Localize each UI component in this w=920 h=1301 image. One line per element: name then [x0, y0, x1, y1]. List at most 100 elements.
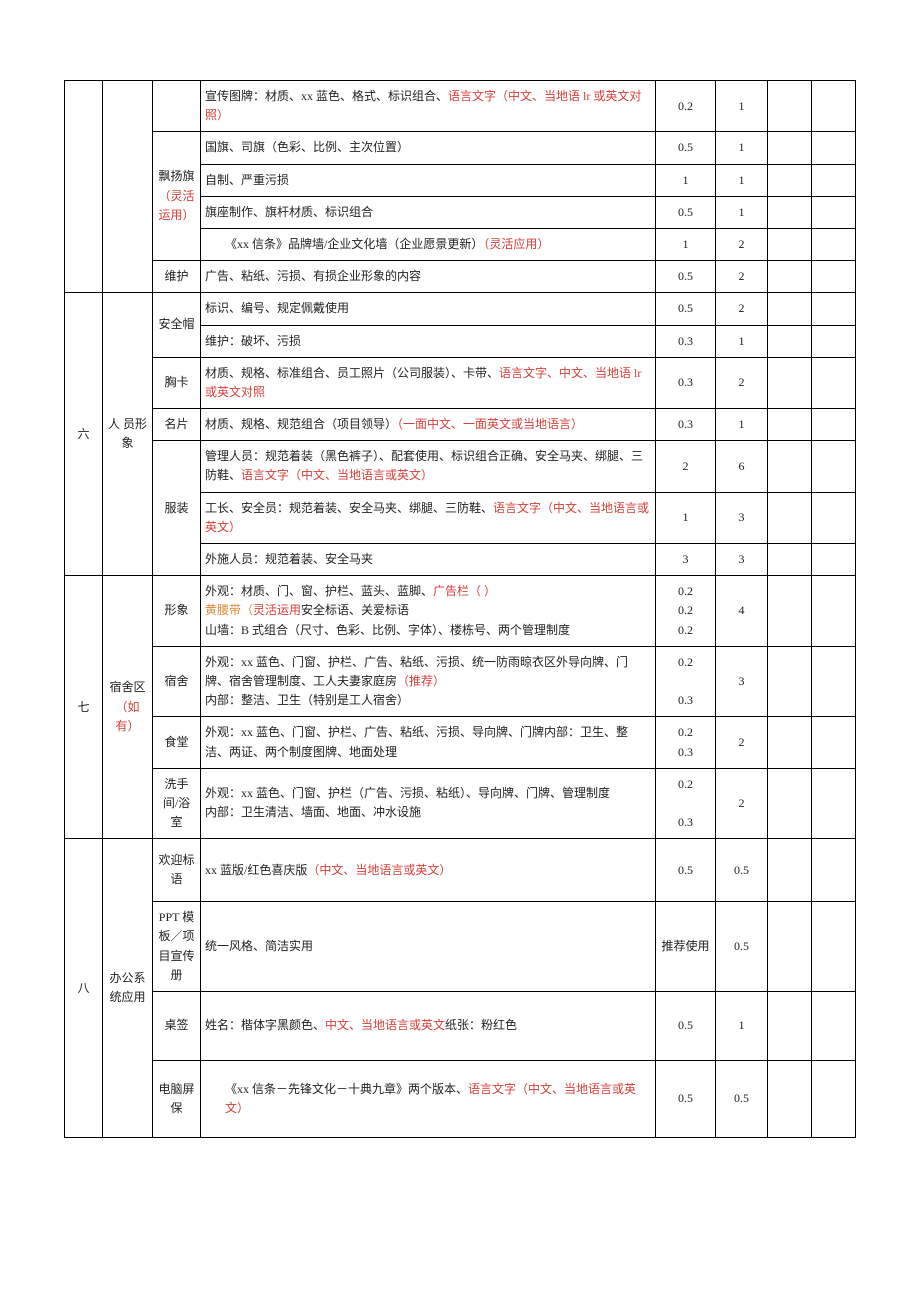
desc-red: 语言文字（中文、当地语言或英文）: [241, 468, 433, 482]
desc-cell: 管理人员：规范着装（黑色裤子）、配套使用、标识组合正确、安全马夹、绑腿、三防鞋、…: [201, 441, 656, 492]
score-1: 1: [656, 492, 716, 543]
t3: 纸张：粉红色: [445, 1018, 517, 1032]
table-row: 食堂 外观：xx 蓝色、门窗、护栏、广告、粘纸、污损、导向牌、门牌内部：卫生、整…: [65, 717, 856, 768]
desc-cell: 外施人员：规范着装、安全马夹: [201, 544, 656, 576]
category-cell: 人 员形象: [103, 293, 153, 576]
line2b: 灵活运用: [253, 603, 301, 617]
score-3: [768, 196, 812, 228]
t2: （中文、当地语言或英文）: [307, 863, 451, 877]
score-2: 3: [716, 544, 768, 576]
desc-cell: 旗座制作、旗杆材质、标识组合: [201, 196, 656, 228]
score-4: [812, 441, 856, 492]
subcat-cell: 飘扬旗 （灵活运用）: [153, 132, 201, 261]
subcat-cell: 桌签: [153, 992, 201, 1061]
subcat-cell: 安全帽: [153, 293, 201, 357]
table-row: 八 办公系统应用 欢迎标语 xx 蓝版/红色喜庆版（中文、当地语言或英文） 0.…: [65, 839, 856, 902]
subcat-cell: 形象: [153, 576, 201, 647]
section-num-cell: 七: [65, 576, 103, 839]
t1: 姓名：楷体字黑颜色、: [205, 1018, 325, 1032]
score-3: [768, 325, 812, 357]
score-3: [768, 132, 812, 164]
score-4: [812, 81, 856, 132]
score-3: [768, 902, 812, 992]
table-row: 七 宿舍区（如有） 形象 外观：材质、门、窗、护栏、蓝头、蓝脚、广告栏（ ） 黄…: [65, 576, 856, 647]
score-2: 0.5: [716, 839, 768, 902]
t1: xx 蓝版/红色喜庆版: [205, 863, 307, 877]
desc-cell: 统一风格、简洁实用: [201, 902, 656, 992]
score-3: [768, 576, 812, 647]
score-2: 1: [716, 409, 768, 441]
subcat-cell: PPT 模板／项目宣传册: [153, 902, 201, 992]
score-3: [768, 228, 812, 260]
score-2: 3: [716, 492, 768, 543]
desc-text: 《xx 信条》品牌墙/企业文化墙（企业愿景更新）: [225, 237, 483, 251]
score-3: [768, 717, 812, 768]
desc-cell: 材质、规格、规范组合（项目领导）（一面中文、一面英文或当地语言）: [201, 409, 656, 441]
score-3: [768, 1061, 812, 1138]
category-cell: 办公系统应用: [103, 839, 153, 1138]
desc-cell: 外观：xx 蓝色、门窗、护栏、广告、粘纸、污损、统一防雨晾衣区外导向牌、门牌、宿…: [201, 646, 656, 717]
score-1: 推荐使用: [656, 902, 716, 992]
section-num-cell: [65, 81, 103, 293]
score-4: [812, 325, 856, 357]
line1a: 外观：材质、门、窗、护栏、蓝头、蓝脚、: [205, 584, 433, 598]
score-2: 1: [716, 196, 768, 228]
score-2: 0.5: [716, 1061, 768, 1138]
score-3: [768, 492, 812, 543]
score-3: [768, 441, 812, 492]
desc-text: 宣传图牌：材质、xx 蓝色、格式、标识组合、: [205, 89, 448, 103]
desc-text: 材质、规格、标准组合、员工照片（公司服装）、卡带、: [205, 366, 499, 380]
score-2: 1: [716, 164, 768, 196]
line1: 外观：xx 蓝色、门窗、护栏（广告、污损、粘纸）、导向牌、门牌、管理制度: [205, 786, 610, 800]
score-1: 0.5: [656, 261, 716, 293]
desc-cell: 外观：xx 蓝色、门窗、护栏（广告、污损、粘纸）、导向牌、门牌、管理制度内部：卫…: [201, 768, 656, 839]
score-4: [812, 717, 856, 768]
score-1: 0.5: [656, 293, 716, 325]
desc-cell: 《xx 信条》品牌墙/企业文化墙（企业愿景更新）（灵活应用）: [201, 228, 656, 260]
score-2: 2: [716, 293, 768, 325]
score-4: [812, 576, 856, 647]
table-row: 宿舍 外观：xx 蓝色、门窗、护栏、广告、粘纸、污损、统一防雨晾衣区外导向牌、门…: [65, 646, 856, 717]
subcat-cell: 服装: [153, 441, 201, 576]
category-cell: [103, 81, 153, 293]
score-2: 2: [716, 768, 768, 839]
score-1: 3: [656, 544, 716, 576]
score-2: 6: [716, 441, 768, 492]
score-1: 2: [656, 441, 716, 492]
line2: 内部：卫生清洁、墙面、地面、冲水设施: [205, 805, 421, 819]
score-1: 0.3: [656, 357, 716, 408]
desc-red: （一面中文、一面英文或当地语言）: [397, 417, 583, 431]
subcat-cell: 洗手间/浴室: [153, 768, 201, 839]
desc-cell: 外观：材质、门、窗、护栏、蓝头、蓝脚、广告栏（ ） 黄腰带（灵活运用安全标语、关…: [201, 576, 656, 647]
line1b: 广告栏（ ）: [433, 584, 496, 598]
score-3: [768, 261, 812, 293]
score-4: [812, 409, 856, 441]
cat-b: （如有）: [115, 700, 139, 733]
score-4: [812, 164, 856, 196]
flag-label-note: （灵活运用）: [158, 189, 194, 222]
subcat-cell: 胸卡: [153, 357, 201, 408]
score-1: 0.3: [656, 325, 716, 357]
score-2: 1: [716, 992, 768, 1061]
score-4: [812, 293, 856, 325]
desc-cell: 宣传图牌：材质、xx 蓝色、格式、标识组合、语言文字（中文、当地语 lr 或英文…: [201, 81, 656, 132]
score-4: [812, 228, 856, 260]
score-4: [812, 1061, 856, 1138]
score-1: 0.5: [656, 839, 716, 902]
t1: 《xx 信条－先锋文化－十典九章》两个版本、: [225, 1082, 468, 1096]
table-row: PPT 模板／项目宣传册 统一风格、简洁实用 推荐使用 0.5: [65, 902, 856, 992]
score-4: [812, 839, 856, 902]
flag-label: 飘扬旗: [158, 169, 194, 183]
score-4: [812, 196, 856, 228]
score-4: [812, 992, 856, 1061]
evaluation-table: 宣传图牌：材质、xx 蓝色、格式、标识组合、语言文字（中文、当地语 lr 或英文…: [64, 80, 856, 1138]
desc-cell: 材质、规格、标准组合、员工照片（公司服装）、卡带、语言文字、中文、当地语 lr …: [201, 357, 656, 408]
score-2: 2: [716, 261, 768, 293]
desc-text: 工长、安全员：规范着装、安全马夹、绑腿、三防鞋、: [205, 501, 493, 515]
score-2: 4: [716, 576, 768, 647]
score-1: 0.5: [656, 992, 716, 1061]
desc-text: 材质、规格、规范组合（项目领导）: [205, 417, 397, 431]
line3: 山墙：B 式组合（尺寸、色彩、比例、字体）、楼栋号、两个管理制度: [205, 623, 570, 637]
score-4: [812, 544, 856, 576]
score-2: 2: [716, 228, 768, 260]
